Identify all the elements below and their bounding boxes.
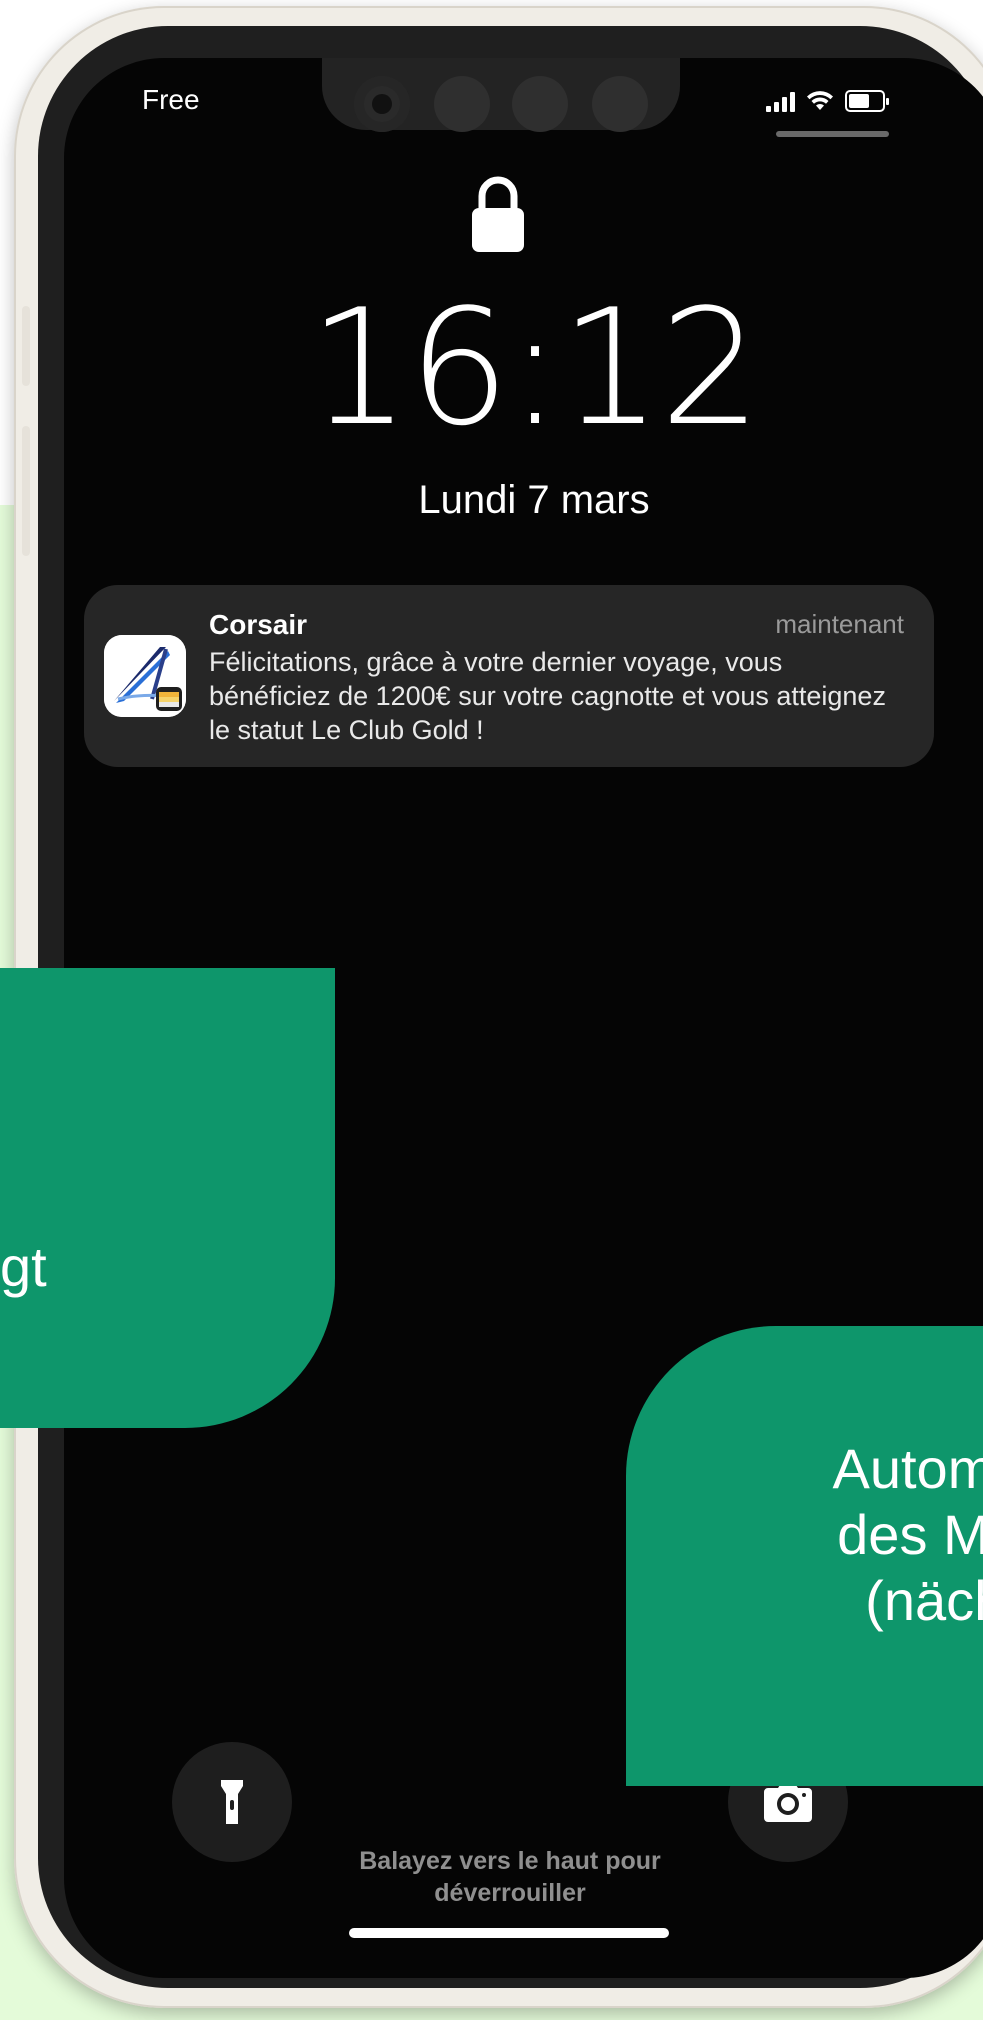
cellular-signal-icon <box>766 90 795 112</box>
carrier-label: Free <box>142 84 200 115</box>
unlock-hint-line1: Balayez vers le haut pour <box>359 1847 661 1875</box>
left-callout-bubble <box>0 968 335 1428</box>
right-callout-line1: Automatis <box>832 1437 983 1500</box>
right-callout-text: Automatis des Meile (nächst <box>697 1436 983 1634</box>
sensor-dot <box>512 76 568 132</box>
front-camera <box>354 76 410 132</box>
home-indicator[interactable] <box>349 1928 669 1938</box>
lock-date: Lundi 7 mars <box>418 478 650 522</box>
notification-message: Félicitations, grâce à votre dernier voy… <box>209 647 886 745</box>
camera-notch <box>322 58 680 132</box>
control-center-indicator[interactable] <box>776 131 889 137</box>
volume-up-button <box>22 426 30 556</box>
right-callout-line3: (nächst <box>865 1569 983 1632</box>
unlock-hint: Balayez vers le haut pour déverrouiller <box>320 1845 700 1909</box>
wifi-icon <box>807 91 833 110</box>
corsair-wallet-icon <box>104 635 186 717</box>
flashlight-icon <box>221 1780 243 1824</box>
right-callout-line2: des Meile <box>837 1503 983 1566</box>
battery-icon <box>845 90 889 112</box>
notification-card[interactable]: Corsair maintenant Félicitations, grâce … <box>84 585 934 767</box>
notification-timestamp: maintenant <box>775 609 904 639</box>
status-icons <box>766 82 889 112</box>
right-callout-bubble: Automatis des Meile (nächst <box>626 1326 983 1786</box>
left-callout-text: gt <box>0 1235 47 1298</box>
lock-icon <box>472 176 524 252</box>
volume-switch <box>22 306 30 386</box>
sensor-dot <box>592 76 648 132</box>
notification-app-name: Corsair <box>209 609 308 640</box>
unlock-hint-line2: déverrouiller <box>434 1879 586 1907</box>
sensor-dot <box>434 76 490 132</box>
clock-time: 16:12 <box>308 274 761 461</box>
flashlight-button[interactable] <box>172 1742 292 1862</box>
